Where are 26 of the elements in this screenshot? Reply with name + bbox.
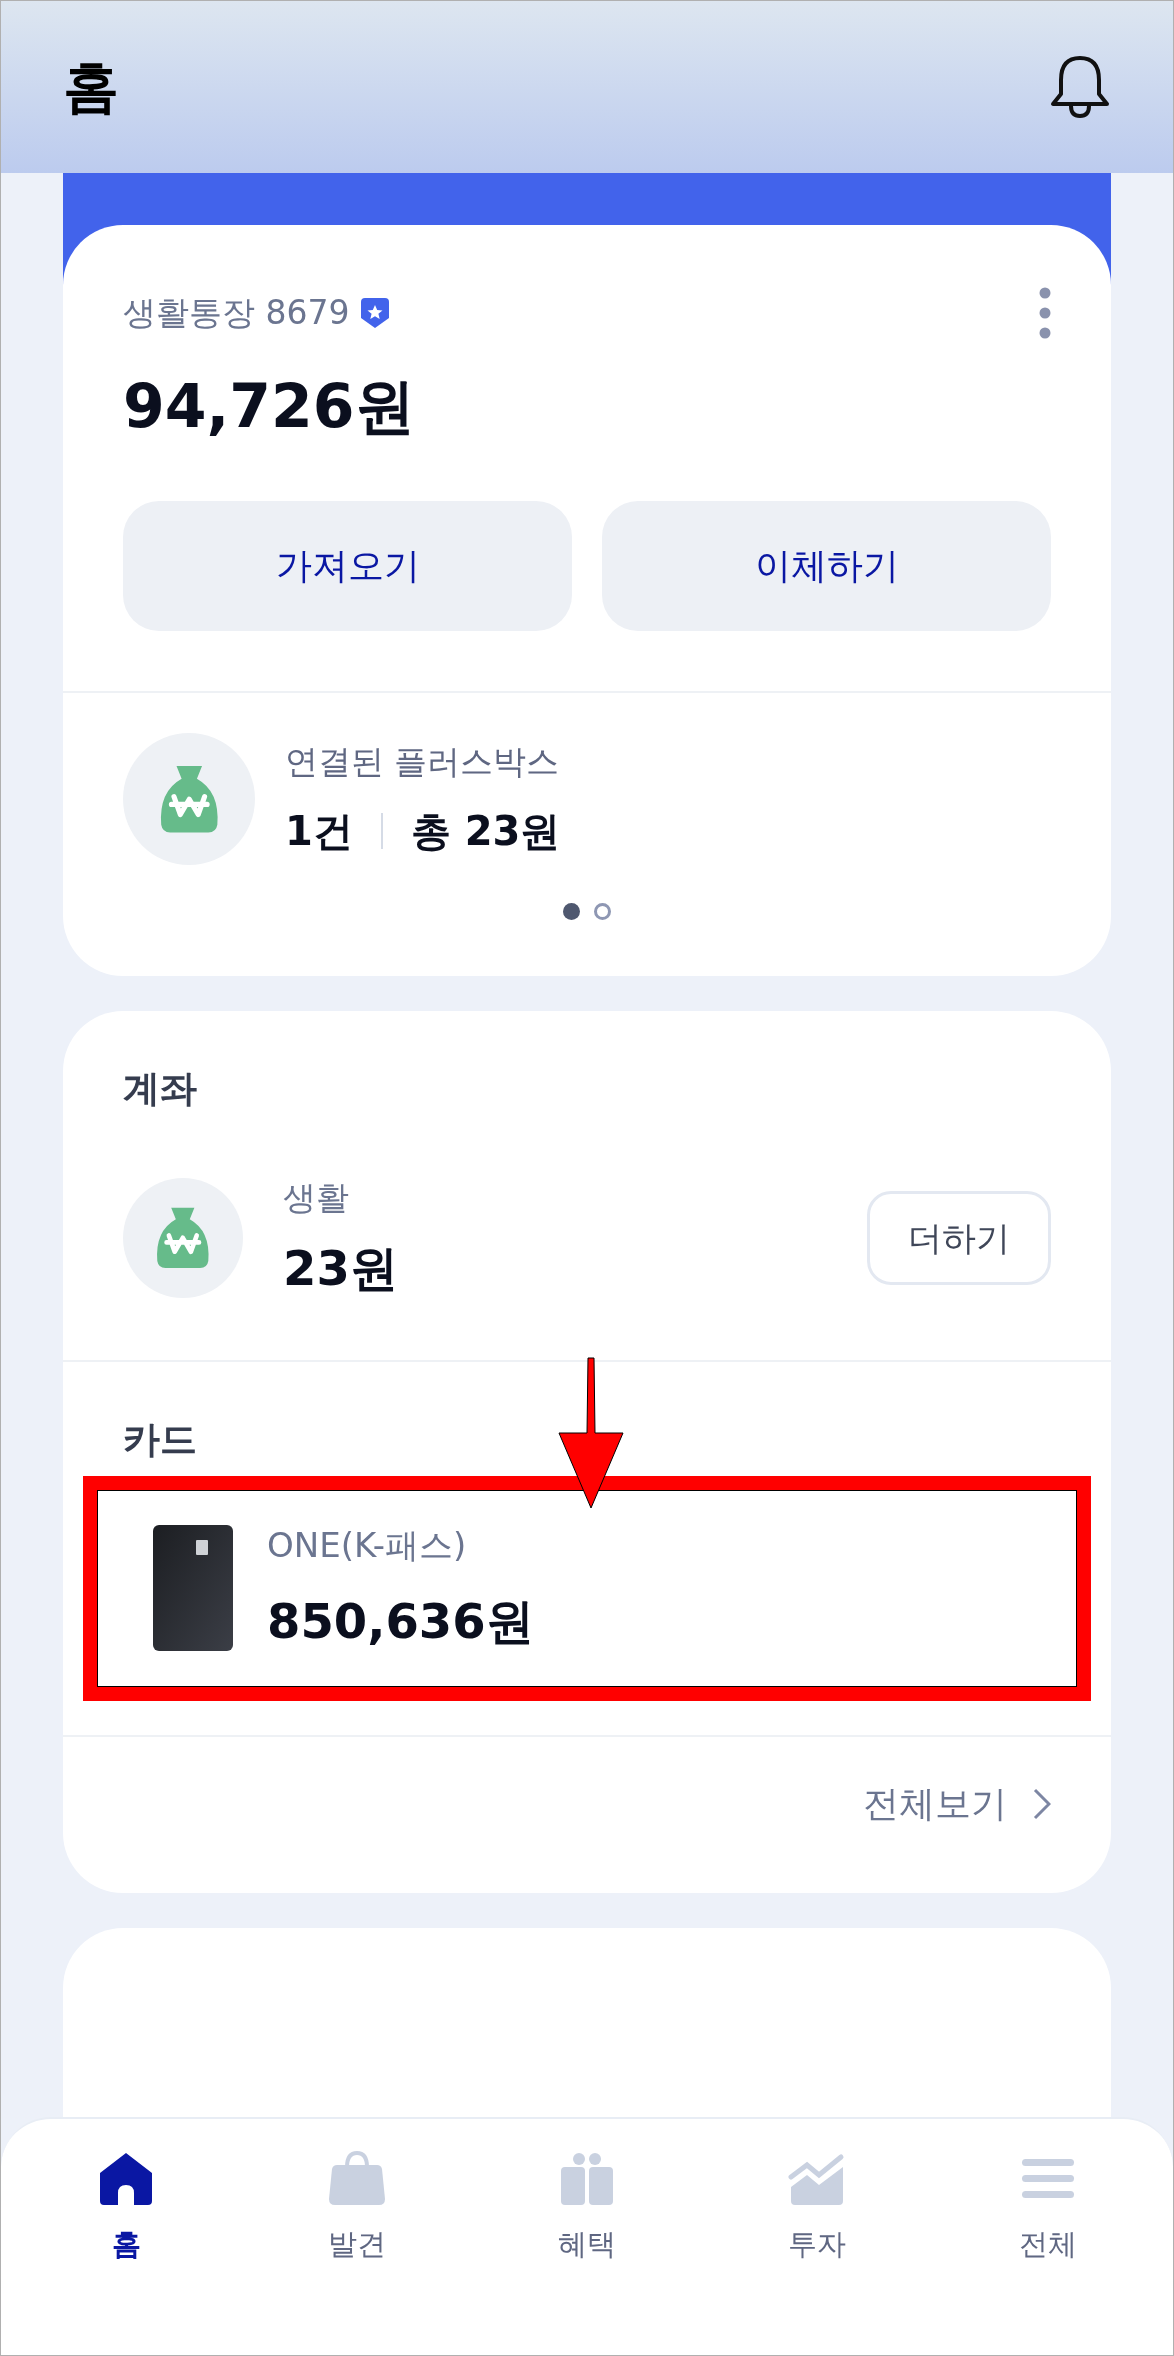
section-title: 계좌 (123, 1067, 197, 1110)
action-button[interactable]: 이체하기 (602, 501, 1051, 631)
account-amount: 23원 (283, 1239, 399, 1298)
view-all-link[interactable]: 전체보기 (863, 1776, 1051, 1831)
plus-box-count: 1건 (285, 806, 353, 856)
star-badge-icon (361, 298, 390, 328)
chevron-right-icon (1033, 1787, 1051, 1820)
tab-bar-item[interactable]: 혜택 (471, 2149, 703, 2267)
tab-bar-item[interactable]: 투자 (702, 2149, 933, 2267)
account-name: 생활통장 8679 (123, 292, 350, 335)
account-balance: 94,726원 (123, 370, 416, 443)
action-button[interactable]: 가져오기 (123, 501, 572, 631)
more-options-icon[interactable] (1039, 287, 1051, 339)
section-title: 카드 (123, 1417, 197, 1463)
account-label: 생활 (283, 1176, 350, 1219)
add-button[interactable]: 더하기 (867, 1191, 1051, 1286)
card-name: ONE(K-패스) (267, 1523, 468, 1567)
highlighted-card-row[interactable]: ONE(K-패스) 850,636원 (83, 1475, 1091, 1701)
plus-box-label: 연결된 플러스박스 (285, 741, 561, 784)
card-amount: 850,636원 (267, 1591, 534, 1651)
page-title: 홈 (63, 53, 119, 121)
tab-bar-item[interactable]: 발견 (241, 2149, 472, 2267)
tab-bar-item[interactable]: 전체 (932, 2149, 1163, 2267)
tab-bar-item[interactable]: 홈 (11, 2149, 242, 2267)
plus-box-total: 총 23원 (410, 806, 561, 856)
notification-bell-icon[interactable] (1049, 54, 1111, 120)
